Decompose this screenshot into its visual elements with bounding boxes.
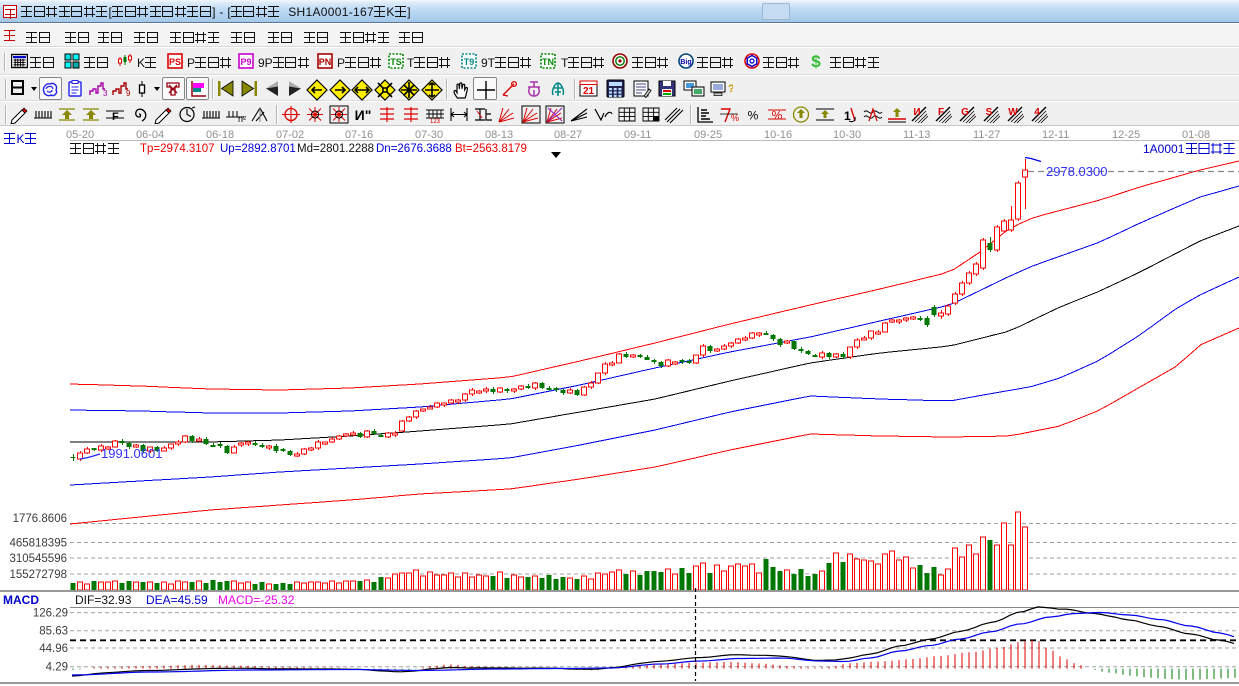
svg-text:TN: TN [542,57,554,67]
svg-text:PS: PS [169,57,181,67]
svg-text:4.29: 4.29 [46,662,68,674]
svg-text:DEA=45.59: DEA=45.59 [146,593,208,607]
svg-text:И": И" [355,107,372,123]
svg-text:155272798: 155272798 [9,569,67,581]
svg-text:85.63: 85.63 [39,626,68,638]
svg-text:F: F [938,107,944,118]
svg-text:W: W [1008,107,1018,118]
svg-text:3: 3 [103,89,108,98]
svg-text:2978.0300: 2978.0300 [1046,164,1107,179]
svg-text:S: S [986,107,993,118]
svg-text:465818395: 465818395 [9,538,67,550]
svg-text:126.29: 126.29 [33,608,68,620]
svg-text:?: ? [728,83,733,95]
svg-text:%: % [731,113,739,123]
svg-text:TS: TS [390,57,402,67]
svg-text:G: G [961,107,969,118]
svg-text:1A0001: 1A0001 [1143,142,1185,156]
svg-text:1776.8606: 1776.8606 [13,513,67,525]
svg-text:DIF=32.93: DIF=32.93 [75,593,132,607]
svg-text:PN: PN [319,57,332,67]
svg-text:n²: n² [238,114,246,124]
svg-text:P9: P9 [240,57,251,67]
svg-text:MACD=-25.32: MACD=-25.32 [218,593,295,607]
svg-text:44.96: 44.96 [39,643,68,655]
svg-text:MACD: MACD [3,593,39,607]
svg-text:123: 123 [430,119,441,124]
svg-text:Big: Big [680,59,691,66]
svg-text:9: 9 [126,89,131,98]
svg-text:$: $ [811,53,821,69]
svg-text:%: % [748,109,759,123]
svg-text:310545596: 310545596 [9,553,67,565]
svg-text:И: И [913,107,920,118]
svg-text:21: 21 [583,86,595,97]
svg-text:%: % [772,109,783,123]
svg-text:4: 4 [1034,107,1040,118]
svg-text:T9: T9 [464,57,475,67]
svg-text:1991.0601: 1991.0601 [101,446,162,461]
svg-text:F: F [112,111,119,123]
